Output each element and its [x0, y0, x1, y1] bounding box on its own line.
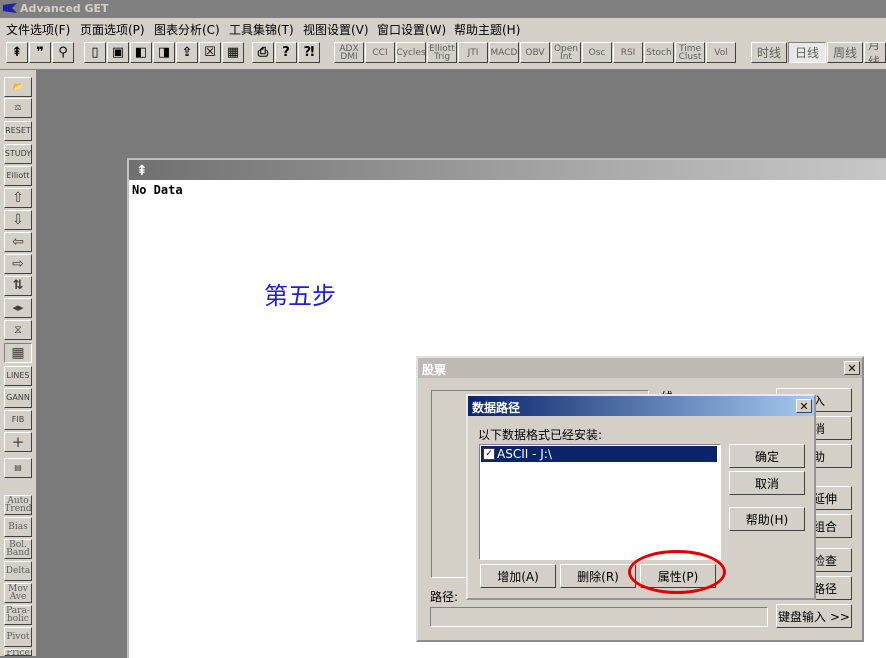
- data-path-dialog-caption: 数据路径 ✕: [468, 396, 814, 416]
- save-icon[interactable]: ▣: [107, 42, 129, 63]
- mov-ave-button[interactable]: Mov Ave: [4, 583, 32, 603]
- formats-list[interactable]: ✓ ASCII - J:\: [479, 444, 721, 560]
- indicator-open-int[interactable]: Open Int: [551, 42, 581, 63]
- indicator-jti[interactable]: JTI: [458, 42, 488, 63]
- props-icon[interactable]: ▤: [4, 458, 32, 478]
- parabolic-button[interactable]: Para- bolic: [4, 605, 32, 625]
- menu-view[interactable]: 视图设置(V): [303, 21, 369, 38]
- close-icon[interactable]: ✕: [844, 361, 860, 375]
- highlight-circle: [628, 550, 726, 594]
- swap-icon[interactable]: ⇅: [4, 276, 32, 296]
- installed-formats-label: 以下数据格式已经安装:: [478, 428, 603, 442]
- step-annotation: 第五步: [264, 282, 336, 310]
- app-logo-icon: [3, 3, 17, 13]
- pin-icon[interactable]: ⇞: [136, 163, 148, 179]
- grid-icon[interactable]: ▦: [222, 42, 244, 63]
- title-bar: Advanced GET: [0, 0, 886, 18]
- indicator-elliott-trig[interactable]: Elliott Trig: [427, 42, 457, 63]
- main-toolbar: ⇞ ❞ ⚲ ▯ ▣ ◧ ◨ ⇪ ☒ ▦ ⎙ ? ⁈ ADX DMI CCI Cy…: [0, 38, 886, 70]
- lines-button[interactable]: LINES: [4, 366, 32, 386]
- export-icon[interactable]: ⇪: [176, 42, 198, 63]
- indicator-vol[interactable]: Vol: [706, 42, 736, 63]
- period-week[interactable]: 周线: [827, 42, 863, 63]
- indicator-osc[interactable]: Osc: [582, 42, 612, 63]
- context-help-icon[interactable]: ⁈: [298, 42, 320, 63]
- period-day[interactable]: 日线: [788, 42, 826, 63]
- bias-button[interactable]: Bias: [4, 517, 32, 537]
- open-icon[interactable]: 📂: [4, 77, 32, 97]
- back-icon[interactable]: ◧: [130, 42, 152, 63]
- close-chart-icon[interactable]: ☒: [199, 42, 221, 63]
- indicator-cci[interactable]: CCI: [365, 42, 395, 63]
- help-button[interactable]: 帮助(H): [729, 507, 805, 531]
- indicator-obv[interactable]: OBV: [520, 42, 550, 63]
- menu-help[interactable]: 帮助主题(H): [454, 21, 520, 38]
- indicator-cycles[interactable]: Cycles: [396, 42, 426, 63]
- chart-window-caption: ⇞: [129, 160, 886, 180]
- period-hour[interactable]: 时线: [751, 42, 787, 63]
- indicator-adx-dmi[interactable]: ADX DMI: [334, 42, 364, 63]
- menu-tools[interactable]: 工具集锦(T): [229, 21, 294, 38]
- list-item-label: ASCII - J:\: [497, 447, 552, 461]
- indicator-stoch[interactable]: Stoch: [644, 42, 674, 63]
- forward-icon[interactable]: ◨: [153, 42, 175, 63]
- period-month[interactable]: 月线: [864, 42, 886, 63]
- delta-button[interactable]: Delta: [4, 561, 32, 581]
- up-arrow-icon[interactable]: ⇧: [4, 188, 32, 208]
- menu-bar: 文件选项(F) 页面选项(P) 图表分析(C) 工具集锦(T) 视图设置(V) …: [0, 18, 886, 38]
- chart-status-text: No Data: [132, 183, 183, 197]
- compress-icon[interactable]: ⧖: [4, 320, 32, 340]
- study-button[interactable]: STUDY: [4, 144, 32, 164]
- elliott-button[interactable]: Elliott: [4, 166, 32, 186]
- indicator-rsi[interactable]: RSI: [613, 42, 643, 63]
- app-title: Advanced GET: [20, 2, 109, 15]
- menu-chart[interactable]: 图表分析(C): [154, 21, 220, 38]
- gann-button[interactable]: GANN: [4, 388, 32, 408]
- menu-file[interactable]: 文件选项(F): [6, 21, 70, 38]
- list-item[interactable]: ✓ ASCII - J:\: [481, 446, 717, 462]
- stock-dialog-title: 股票: [422, 363, 447, 377]
- checkbox-checked-icon[interactable]: ✓: [483, 448, 495, 460]
- quote-icon[interactable]: ❞: [29, 42, 51, 63]
- magnifier-icon[interactable]: ⚲: [52, 42, 74, 63]
- expand-icon[interactable]: ◂▸: [4, 298, 32, 318]
- indicator-time-clust[interactable]: Time Clust: [675, 42, 705, 63]
- path-label: 路径:: [430, 590, 459, 604]
- menu-page[interactable]: 页面选项(P): [80, 21, 145, 38]
- print-icon[interactable]: ⎙: [252, 42, 274, 63]
- new-page-icon[interactable]: ▯: [84, 42, 106, 63]
- cross-icon[interactable]: +: [4, 432, 32, 452]
- delete-button[interactable]: 删除(R): [560, 564, 636, 588]
- bol-band-button[interactable]: Bol. Band: [4, 539, 32, 559]
- keyboard-input-button[interactable]: 键盘输入 >>: [776, 604, 852, 628]
- fib-button[interactable]: FIB: [4, 410, 32, 430]
- stock-dialog-caption: 股票 ✕: [418, 358, 862, 378]
- auto-trend-button[interactable]: Auto Trend: [4, 495, 32, 515]
- cancel-button[interactable]: 取消: [729, 471, 805, 495]
- price-button[interactable]: Price: [4, 649, 32, 656]
- ok-button[interactable]: 确定: [729, 444, 805, 468]
- menu-window[interactable]: 窗口设置(W): [377, 21, 446, 38]
- right-arrow-icon[interactable]: ⇨: [4, 254, 32, 274]
- path-field[interactable]: [430, 607, 768, 627]
- scale-icon[interactable]: ⚖: [4, 98, 32, 118]
- data-path-dialog-title: 数据路径: [472, 401, 521, 415]
- help-icon[interactable]: ?: [275, 42, 297, 63]
- left-arrow-icon[interactable]: ⇦: [4, 232, 32, 252]
- pivot-button[interactable]: Pivot: [4, 627, 32, 647]
- left-toolbar: 📂 ⚖ RESET STUDY Elliott ⇧ ⇩ ⇦ ⇨ ⇅ ◂▸ ⧖ ▦…: [0, 70, 37, 656]
- indicator-macd[interactable]: MACD: [489, 42, 519, 63]
- down-arrow-icon[interactable]: ⇩: [4, 210, 32, 230]
- pin-icon[interactable]: ⇞: [6, 42, 28, 63]
- add-button[interactable]: 增加(A): [480, 564, 556, 588]
- close-icon[interactable]: ✕: [796, 399, 812, 413]
- reset-button[interactable]: RESET: [4, 121, 32, 141]
- grid-select-icon[interactable]: ▦: [4, 343, 32, 363]
